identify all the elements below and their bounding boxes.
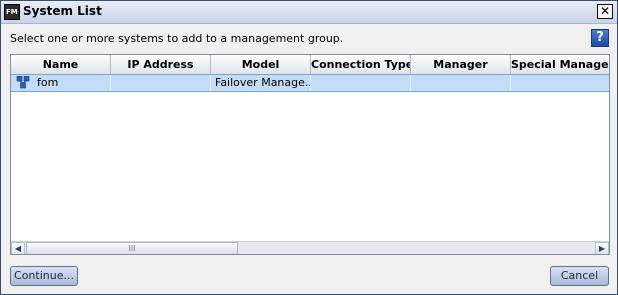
cell-special-manager [511, 75, 609, 91]
cell-connection-type [311, 75, 411, 91]
cell-model: Failover Manage... [211, 75, 311, 91]
system-name: fom [37, 76, 59, 89]
app-icon-text: FM [6, 8, 18, 16]
system-list-dialog: FM System List ✕ Select one or more syst… [0, 0, 618, 295]
column-header-model[interactable]: Model [211, 55, 311, 74]
cancel-button[interactable]: Cancel [550, 266, 609, 286]
table-header: Name IP Address Model Connection Type Ma… [11, 55, 609, 75]
cell-ip-address [111, 75, 211, 91]
close-icon[interactable]: ✕ [597, 4, 613, 19]
column-header-ip-address[interactable]: IP Address [111, 55, 211, 74]
scroll-left-icon[interactable]: ◀ [11, 242, 25, 254]
window-title: System List [23, 4, 102, 18]
app-icon: FM [4, 4, 20, 20]
column-header-manager[interactable]: Manager [411, 55, 511, 74]
cell-name: fom [11, 75, 111, 91]
table-row[interactable]: fom Failover Manage... [11, 74, 609, 92]
system-icon [16, 76, 30, 89]
continue-button[interactable]: Continue... [10, 266, 78, 286]
column-header-name[interactable]: Name [11, 55, 111, 74]
horizontal-scrollbar[interactable]: ◀ III ▶ [11, 241, 609, 254]
instruction-text: Select one or more systems to add to a m… [10, 32, 344, 45]
system-table: Name IP Address Model Connection Type Ma… [10, 54, 610, 255]
scroll-right-icon[interactable]: ▶ [595, 242, 609, 254]
scrollbar-thumb[interactable]: III [26, 242, 238, 254]
help-icon[interactable]: ? [591, 29, 609, 47]
cell-manager [411, 75, 511, 91]
title-bar[interactable]: FM System List ✕ [1, 1, 617, 24]
column-header-special-manager[interactable]: Special Manager [511, 55, 609, 74]
column-header-connection-type[interactable]: Connection Type [311, 55, 411, 74]
